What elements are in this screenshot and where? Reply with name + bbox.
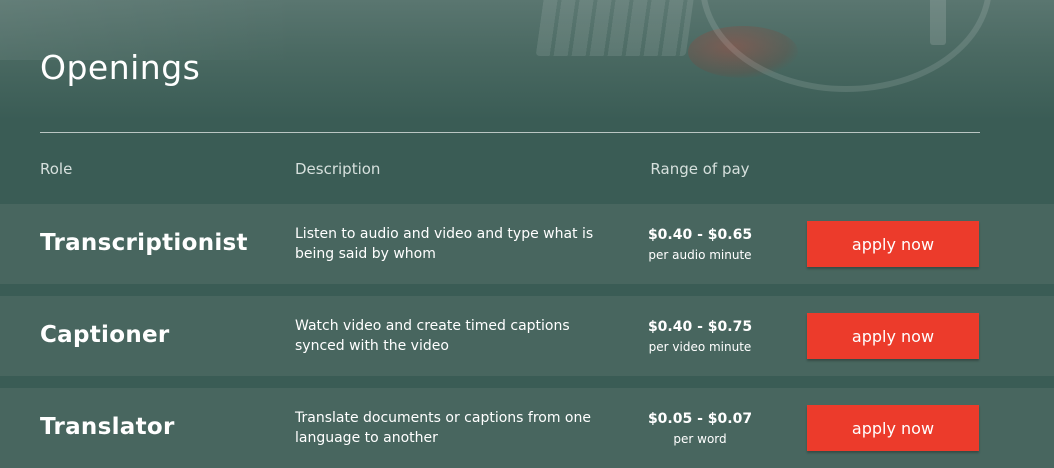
role-description: Listen to audio and video and type what … (295, 226, 594, 262)
role-title: Transcriptionist (40, 230, 248, 256)
page-title: Openings (40, 48, 201, 87)
opening-row-translator: Translator Translate documents or captio… (0, 388, 1054, 468)
apply-now-button-translator[interactable]: apply now (807, 405, 979, 451)
apply-now-button-captioner[interactable]: apply now (807, 313, 979, 359)
background-stand-shape (930, 0, 946, 45)
pay-range: $0.40 - $0.65 per audio minute (600, 225, 800, 265)
apply-now-button-transcriptionist[interactable]: apply now (807, 221, 979, 267)
opening-row-transcriptionist: Transcriptionist Listen to audio and vid… (0, 204, 1054, 284)
pay-range-unit: per word (673, 432, 727, 446)
pay-range-unit: per video minute (648, 340, 752, 354)
column-header-role: Role (40, 160, 73, 178)
role-description: Translate documents or captions from one… (295, 410, 591, 446)
role-description: Watch video and create timed captions sy… (295, 318, 570, 354)
pay-range-amount: $0.05 - $0.07 (647, 411, 753, 427)
pay-range-amount: $0.40 - $0.75 (647, 319, 753, 335)
role-title: Captioner (40, 322, 170, 348)
column-header-pay: Range of pay (650, 160, 750, 178)
pay-range-amount: $0.40 - $0.65 (647, 227, 753, 243)
background-keyboard-shape (535, 0, 695, 56)
column-header-description: Description (295, 160, 381, 178)
role-title: Translator (40, 414, 175, 440)
opening-row-captioner: Captioner Watch video and create timed c… (0, 296, 1054, 376)
header-divider (40, 132, 980, 133)
pay-range-unit: per audio minute (648, 248, 752, 262)
background-cable-shape (700, 0, 992, 92)
pay-range: $0.05 - $0.07 per word (600, 409, 800, 449)
pay-range: $0.40 - $0.75 per video minute (600, 317, 800, 357)
